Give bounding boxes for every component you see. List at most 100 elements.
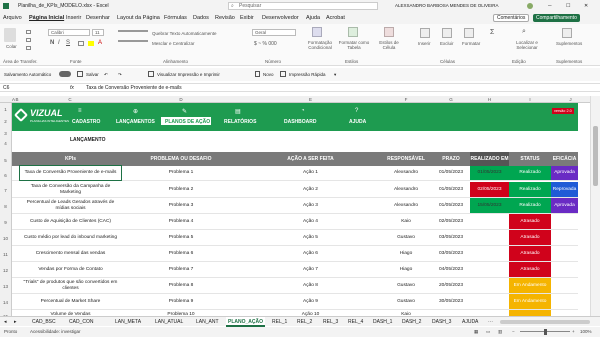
acao-cell[interactable]: Ação 3 <box>241 198 380 213</box>
acao-cell[interactable]: Ação 1 <box>241 166 380 180</box>
wrap-text-button[interactable]: Quebrar Texto Automaticamente <box>152 31 216 36</box>
tab-ajuda[interactable]: Ajuda <box>306 12 320 24</box>
tab-exibir[interactable]: Exibir <box>240 12 254 24</box>
problema-cell[interactable]: Problema 3 <box>121 198 241 213</box>
status-cell[interactable]: Atrasado <box>509 230 551 245</box>
maximize-button[interactable]: ☐ <box>566 0 570 12</box>
find-select-button[interactable]: Localizar e Selecionar <box>510 40 544 50</box>
sheet-more-icon[interactable]: ⋯ <box>488 317 493 327</box>
sheet-tab[interactable]: REL_2 <box>295 317 314 327</box>
accessibility-status[interactable]: Acessibilidade: investigar <box>30 327 81 337</box>
header-prazo[interactable]: PRAZO <box>432 152 470 166</box>
prazo-cell[interactable]: 03/05/2023 <box>432 246 470 261</box>
realizado-cell[interactable] <box>470 294 509 309</box>
col-header[interactable]: J <box>551 96 590 103</box>
sheet-tab[interactable]: DASH_3 <box>430 317 453 327</box>
copy-icon[interactable] <box>26 38 31 42</box>
eficacia-cell[interactable]: Aprovada <box>551 166 578 180</box>
font-size-select[interactable]: 11 <box>92 29 104 36</box>
header-realizado[interactable]: REALIZADO EM <box>470 152 509 166</box>
realizado-cell[interactable] <box>470 230 509 245</box>
format-button[interactable]: Formatar <box>462 41 480 46</box>
eficacia-cell[interactable]: Reprovada <box>551 182 578 197</box>
horizontal-scrollbar[interactable] <box>500 320 590 324</box>
kpi-cell[interactable]: Custo médio por lead do inbound marketin… <box>20 230 121 245</box>
header-kpis[interactable]: KPIs <box>20 152 121 166</box>
format-table-button[interactable]: Formatar como Tabela <box>338 40 370 50</box>
sheet-tab[interactable]: LAN_ANT <box>194 317 221 327</box>
prazo-cell[interactable]: 20/05/2023 <box>432 278 470 293</box>
row-header[interactable]: 5 <box>0 158 11 163</box>
font-color-icon[interactable]: A <box>98 40 102 46</box>
vertical-scrollbar[interactable] <box>590 96 600 322</box>
scroll-thumb[interactable] <box>593 126 598 186</box>
prazo-cell[interactable]: 02/05/2023 <box>432 214 470 229</box>
sheet-tab[interactable]: DASH_2 <box>400 317 423 327</box>
kpi-cell[interactable]: Percentual de Market Share <box>20 294 121 309</box>
format-painter-icon[interactable] <box>26 46 31 50</box>
prazo-cell[interactable]: 03/05/2023 <box>432 230 470 245</box>
realizado-cell[interactable] <box>470 262 509 277</box>
row-header[interactable]: 10 <box>0 236 11 241</box>
prazo-cell[interactable]: 01/05/2023 <box>432 166 470 180</box>
status-cell[interactable]: Atrasado <box>509 246 551 261</box>
tab-inserir[interactable]: Inserir <box>66 12 81 24</box>
nav-ajuda[interactable]: AJUDA <box>349 119 366 125</box>
col-header[interactable]: G <box>432 96 470 103</box>
conditional-format-button[interactable]: Formatação Condicional <box>304 40 336 50</box>
tab-desenhar[interactable]: Desenhar <box>86 12 110 24</box>
status-cell[interactable]: Realizado <box>509 182 551 197</box>
status-cell[interactable]: Em Andamento <box>509 278 551 293</box>
kpi-cell[interactable]: Taxa de Conversão Proveniente de e-mails <box>19 165 122 181</box>
print-icon[interactable] <box>148 71 154 77</box>
acao-cell[interactable]: Ação 6 <box>241 246 380 261</box>
customize-toolbar-icon[interactable]: ▾ <box>334 68 336 81</box>
col-header[interactable]: E <box>241 96 380 103</box>
sheet-tab[interactable]: CAD_BSC <box>30 317 58 327</box>
acao-cell[interactable]: Ação 4 <box>241 214 380 229</box>
row-header[interactable]: 1 <box>0 107 11 112</box>
row-header[interactable]: 8 <box>0 204 11 209</box>
row-header[interactable]: 14 <box>0 300 11 305</box>
responsavel-cell[interactable]: Kaio <box>380 214 432 229</box>
problema-cell[interactable]: Problema 9 <box>121 294 241 309</box>
eficacia-cell[interactable] <box>551 214 578 229</box>
tab-formulas[interactable]: Fórmulas <box>164 12 187 24</box>
header-problema[interactable]: PROBLEMA OU DESAFIO <box>121 152 241 166</box>
search-box[interactable]: ⌕ Pesquisar <box>228 2 378 10</box>
tab-acrobat[interactable]: Acrobat <box>326 12 345 24</box>
eficacia-cell[interactable] <box>551 262 578 277</box>
status-cell[interactable]: Atrasado <box>509 214 551 229</box>
zoom-in-icon[interactable]: + <box>572 327 575 337</box>
status-cell[interactable]: Realizado <box>509 166 551 180</box>
row-header[interactable]: 9 <box>0 220 11 225</box>
next-sheet-icon[interactable]: ▸ <box>14 317 17 327</box>
row-header[interactable]: 12 <box>0 268 11 273</box>
realizado-cell[interactable] <box>470 214 509 229</box>
tab-revisao[interactable]: Revisão <box>215 12 235 24</box>
eficacia-cell[interactable] <box>551 278 578 293</box>
font-name-select[interactable]: Calibri <box>48 29 90 36</box>
borders-icon[interactable] <box>78 41 84 46</box>
acao-cell[interactable]: Ação 9 <box>241 294 380 309</box>
lancamento-link[interactable]: LANÇAMENTO <box>70 137 105 143</box>
prev-sheet-icon[interactable]: ◂ <box>4 317 7 327</box>
kpi-cell[interactable]: Taxa de Conversão da Campanha de Marketi… <box>20 182 121 197</box>
realizado-cell[interactable] <box>470 246 509 261</box>
prazo-cell[interactable]: 01/05/2023 <box>432 182 470 197</box>
header-status[interactable]: STATUS <box>509 152 551 166</box>
cut-icon[interactable] <box>26 30 31 34</box>
row-header[interactable]: 7 <box>0 188 11 193</box>
row-header[interactable]: 11 <box>0 252 11 257</box>
tab-arquivo[interactable]: Arquivo <box>3 12 22 24</box>
insert-button[interactable]: Inserir <box>418 41 431 46</box>
fill-color-icon[interactable] <box>88 41 94 46</box>
problema-cell[interactable]: Problema 7 <box>121 262 241 277</box>
row-header[interactable]: 4 <box>0 141 11 146</box>
nav-planos-acao[interactable]: PLANOS DE AÇÃO <box>165 119 210 125</box>
nav-relatorios[interactable]: RELATÓRIOS <box>224 119 256 125</box>
page-layout-icon[interactable]: ▭ <box>486 327 490 337</box>
align-left-icon[interactable] <box>118 40 148 42</box>
bold-button[interactable]: N <box>50 40 54 46</box>
sheet-tab[interactable]: DASH_1 <box>371 317 394 327</box>
